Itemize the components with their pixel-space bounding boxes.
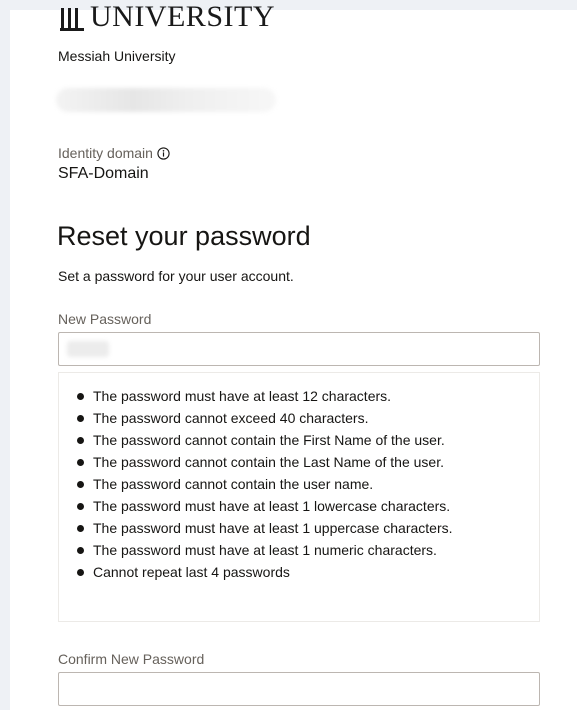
- bullet-icon: [77, 392, 84, 400]
- bullet-icon: [77, 436, 84, 444]
- password-rule-text: The password must have at least 1 lowerc…: [93, 498, 451, 514]
- bullet-icon: [77, 414, 84, 422]
- confirm-password-field[interactable]: [58, 672, 540, 706]
- redacted-password-value: [67, 341, 109, 357]
- password-rule-text: Cannot repeat last 4 passwords: [93, 564, 290, 580]
- bullet-icon: [77, 480, 84, 488]
- password-rule-text: The password cannot contain the First Na…: [93, 432, 445, 448]
- reset-password-card: UNIVERSITY Messiah University Identity d…: [10, 2, 577, 710]
- password-rule-item: Cannot repeat last 4 passwords: [71, 561, 539, 583]
- university-logo: UNIVERSITY: [60, 0, 275, 32]
- info-circle-icon[interactable]: [157, 146, 170, 160]
- new-password-label: New Password: [58, 311, 152, 327]
- password-rule-text: The password must have at least 12 chara…: [93, 388, 392, 404]
- bullet-icon: [77, 524, 84, 532]
- page-subtitle: Set a password for your user account.: [58, 268, 294, 284]
- password-rule-item: The password cannot contain the Last Nam…: [71, 451, 539, 473]
- bullet-icon: [77, 568, 84, 576]
- identity-domain-value: SFA-Domain: [58, 165, 149, 182]
- logo-text: UNIVERSITY: [90, 0, 275, 32]
- bullet-icon: [77, 458, 84, 466]
- password-rule-text: The password must have at least 1 upperc…: [93, 520, 453, 536]
- password-rule-text: The password cannot contain the Last Nam…: [93, 454, 444, 470]
- organization-name: Messiah University: [58, 48, 176, 64]
- password-rule-item: The password must have at least 12 chara…: [71, 385, 539, 407]
- redacted-username: [56, 88, 276, 112]
- password-rule-item: The password must have at least 1 lowerc…: [71, 495, 539, 517]
- password-rules-panel: The password must have at least 12 chara…: [58, 372, 540, 622]
- password-rule-text: The password cannot exceed 40 characters…: [93, 410, 369, 426]
- password-rule-text: The password must have at least 1 numeri…: [93, 542, 437, 558]
- page-title: Reset your password: [57, 221, 311, 251]
- password-rule-item: The password must have at least 1 upperc…: [71, 517, 539, 539]
- bullet-icon: [77, 502, 84, 510]
- university-crest-icon: [60, 2, 84, 32]
- password-rules-list: The password must have at least 12 chara…: [71, 385, 539, 583]
- password-rule-text: The password cannot contain the user nam…: [93, 476, 374, 492]
- identity-domain-label-text: Identity domain: [58, 145, 153, 161]
- password-rule-item: The password cannot contain the First Na…: [71, 429, 539, 451]
- password-rule-item: The password cannot exceed 40 characters…: [71, 407, 539, 429]
- password-rule-item: The password must have at least 1 numeri…: [71, 539, 539, 561]
- identity-domain-label: Identity domain: [58, 145, 170, 161]
- password-rule-item: The password cannot contain the user nam…: [71, 473, 539, 495]
- bullet-icon: [77, 546, 84, 554]
- new-password-field[interactable]: [58, 332, 540, 366]
- confirm-password-label: Confirm New Password: [58, 651, 205, 667]
